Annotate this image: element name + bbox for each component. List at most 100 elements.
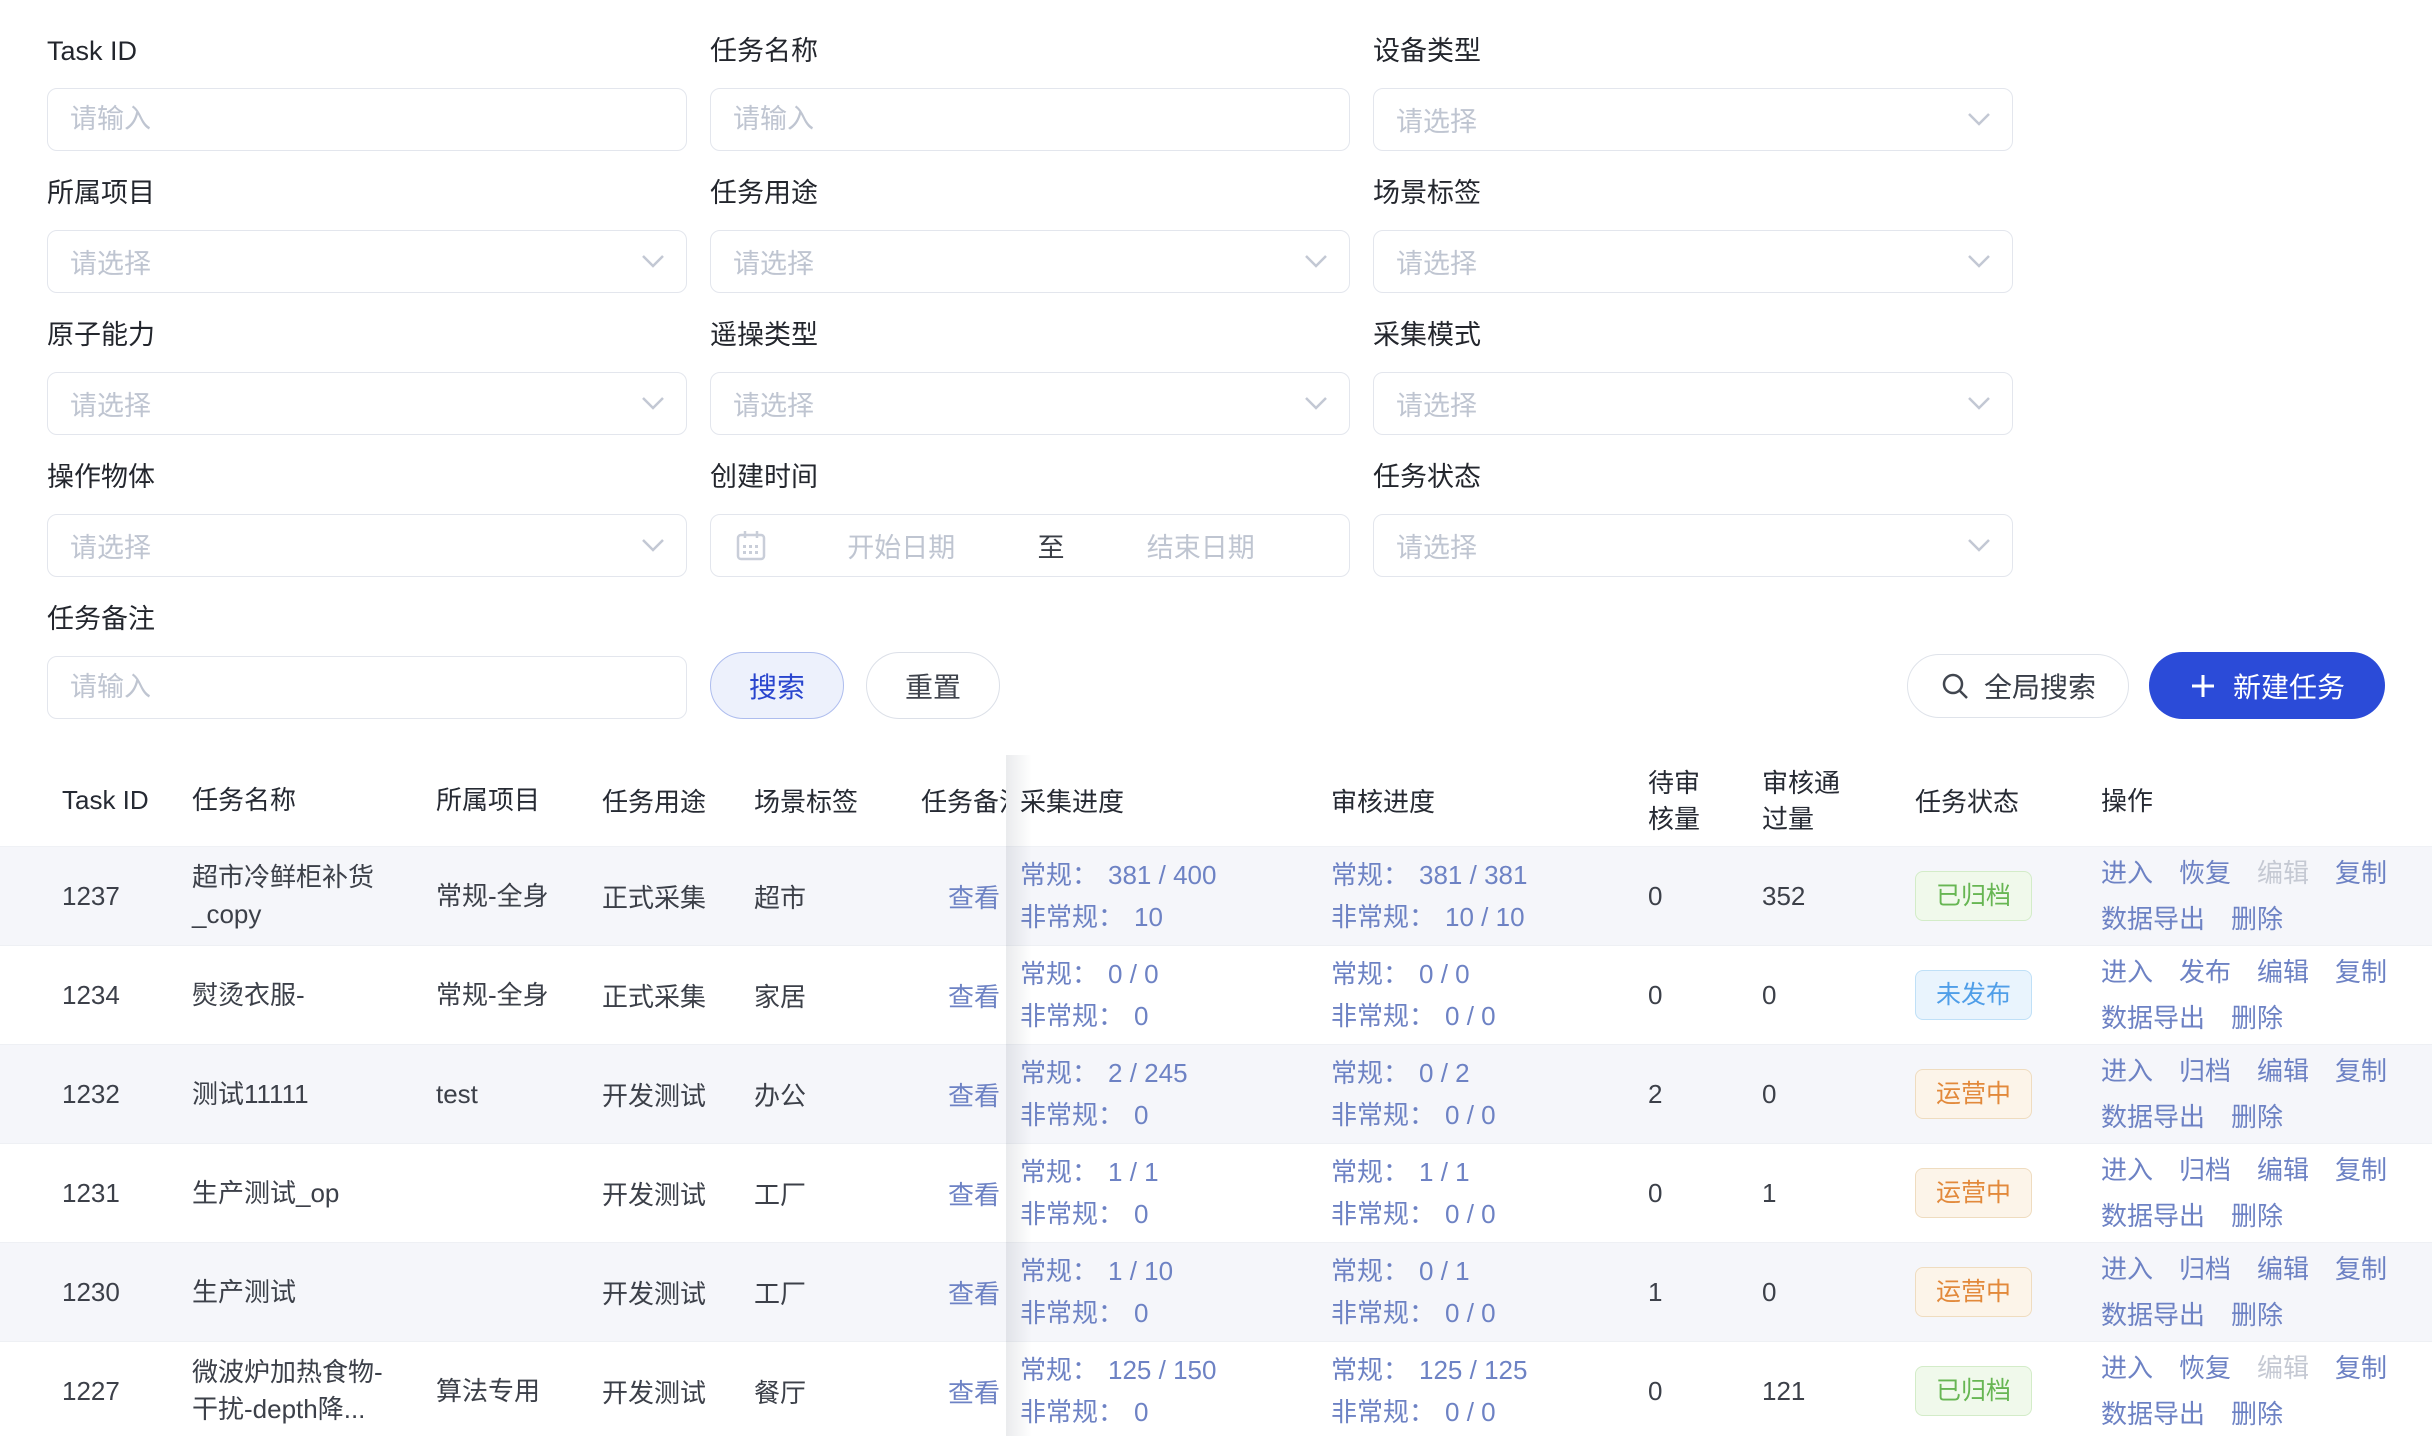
- progress-line: 非常规：0 / 0: [1331, 1198, 1636, 1230]
- action-link[interactable]: 删除: [2231, 1199, 2283, 1233]
- col-actions: 操作: [2101, 784, 2432, 818]
- cell-passed-count: 0: [1750, 980, 1915, 1011]
- status-badge: 运营中: [1915, 1267, 2032, 1317]
- task-id-input[interactable]: [47, 88, 687, 151]
- device-type-select[interactable]: 请选择: [1373, 88, 2013, 151]
- action-link[interactable]: 数据导出: [2101, 1298, 2205, 1332]
- cell-scene-tag: 工厂: [754, 1274, 921, 1311]
- cell-task-status: 运营中: [1915, 1168, 2101, 1218]
- cell-task-note: 查看: [921, 878, 1020, 915]
- cell-task-id: 1232: [62, 1079, 192, 1110]
- action-link[interactable]: 复制: [2335, 1252, 2387, 1286]
- cell-task-status: 已归档: [1915, 871, 2101, 921]
- progress-line: 非常规：0 / 0: [1331, 1099, 1636, 1131]
- table-row: 1230 生产测试 开发测试 工厂 查看 常规：1 / 10非常规：0 常规：0…: [0, 1243, 2432, 1342]
- select-placeholder: 请选择: [1396, 384, 1968, 423]
- filter-field-device-type: 设备类型 请选择: [1373, 36, 2013, 151]
- cell-collect-progress: 常规：0 / 0非常规：0: [1020, 958, 1331, 1032]
- action-link[interactable]: 删除: [2231, 902, 2283, 936]
- cell-task-note: 查看: [921, 1373, 1020, 1410]
- project-select[interactable]: 请选择: [47, 230, 687, 293]
- collection-mode-select[interactable]: 请选择: [1373, 372, 2013, 435]
- teleop-type-select[interactable]: 请选择: [710, 372, 1350, 435]
- cell-pending-count: 0: [1636, 1178, 1750, 1209]
- action-link[interactable]: 数据导出: [2101, 902, 2205, 936]
- search-button[interactable]: 搜索: [710, 652, 844, 719]
- task-purpose-select[interactable]: 请选择: [710, 230, 1350, 293]
- select-placeholder: 请选择: [70, 384, 642, 423]
- filter-field-collection-mode: 采集模式 请选择: [1373, 320, 2013, 435]
- operation-object-select[interactable]: 请选择: [47, 514, 687, 577]
- create-task-button[interactable]: 新建任务: [2149, 652, 2385, 719]
- atomic-capability-select[interactable]: 请选择: [47, 372, 687, 435]
- action-link[interactable]: 发布: [2179, 955, 2231, 989]
- create-time-range-picker[interactable]: 开始日期 至 结束日期: [710, 514, 1350, 577]
- action-link[interactable]: 进入: [2101, 1252, 2153, 1286]
- action-link[interactable]: 删除: [2231, 1001, 2283, 1035]
- task-status-select[interactable]: 请选择: [1373, 514, 2013, 577]
- cell-passed-count: 352: [1750, 881, 1915, 912]
- filter-field-project: 所属项目 请选择: [47, 178, 687, 293]
- cell-task-status: 已归档: [1915, 1366, 2101, 1416]
- action-link[interactable]: 删除: [2231, 1298, 2283, 1332]
- col-collect-progress: 采集进度: [1020, 782, 1331, 819]
- action-link[interactable]: 归档: [2179, 1153, 2231, 1187]
- field-label: 遥操类型: [710, 320, 1350, 351]
- action-link[interactable]: 复制: [2335, 1351, 2387, 1385]
- view-note-link[interactable]: 查看: [948, 883, 1000, 913]
- action-link[interactable]: 进入: [2101, 1054, 2153, 1088]
- scene-tag-select[interactable]: 请选择: [1373, 230, 2013, 293]
- cell-purpose: 正式采集: [602, 977, 754, 1014]
- action-link[interactable]: 进入: [2101, 1153, 2153, 1187]
- progress-line: 非常规：0: [1020, 1099, 1331, 1131]
- reset-button[interactable]: 重置: [866, 652, 1000, 719]
- action-link[interactable]: 编辑: [2257, 1153, 2309, 1187]
- task-name-input[interactable]: [710, 88, 1350, 151]
- create-task-label: 新建任务: [2233, 666, 2345, 706]
- action-link[interactable]: 复制: [2335, 856, 2387, 890]
- progress-line: 非常规：0: [1020, 1297, 1331, 1329]
- chevron-down-icon: [642, 539, 664, 553]
- action-link[interactable]: 编辑: [2257, 1252, 2309, 1286]
- action-link[interactable]: 删除: [2231, 1397, 2283, 1431]
- field-label: Task ID: [47, 36, 687, 67]
- search-buttons: 搜索 重置: [710, 652, 1000, 719]
- action-link[interactable]: 恢复: [2179, 1351, 2231, 1385]
- action-link[interactable]: 进入: [2101, 1351, 2153, 1385]
- action-link[interactable]: 数据导出: [2101, 1397, 2205, 1431]
- global-search-button[interactable]: 全局搜索: [1907, 654, 2129, 718]
- view-note-link[interactable]: 查看: [948, 1180, 1000, 1210]
- table-row: 1234 熨烫衣服- 常规-全身 正式采集 家居 查看 常规：0 / 0非常规：…: [0, 946, 2432, 1045]
- cell-task-status: 未发布: [1915, 970, 2101, 1020]
- view-note-link[interactable]: 查看: [948, 1279, 1000, 1309]
- action-link[interactable]: 归档: [2179, 1054, 2231, 1088]
- action-link[interactable]: 数据导出: [2101, 1001, 2205, 1035]
- progress-line: 常规：125 / 150: [1020, 1354, 1331, 1386]
- view-note-link[interactable]: 查看: [948, 1081, 1000, 1111]
- action-link[interactable]: 编辑: [2257, 1054, 2309, 1088]
- view-note-link[interactable]: 查看: [948, 1378, 1000, 1408]
- task-note-input[interactable]: [47, 656, 687, 719]
- action-link[interactable]: 恢复: [2179, 856, 2231, 890]
- cell-task-name: 生产测试: [192, 1274, 436, 1311]
- action-link[interactable]: 复制: [2335, 1153, 2387, 1187]
- view-note-link[interactable]: 查看: [948, 982, 1000, 1012]
- action-link[interactable]: 进入: [2101, 955, 2153, 989]
- action-link[interactable]: 删除: [2231, 1100, 2283, 1134]
- field-label: 采集模式: [1373, 320, 2013, 351]
- progress-line: 非常规：10: [1020, 901, 1331, 933]
- cell-collect-progress: 常规：381 / 400非常规：10: [1020, 859, 1331, 933]
- cell-task-id: 1230: [62, 1277, 192, 1308]
- field-label: 任务名称: [710, 36, 1350, 67]
- col-task-id: Task ID: [62, 785, 192, 816]
- cell-pending-count: 1: [1636, 1277, 1750, 1308]
- action-link[interactable]: 归档: [2179, 1252, 2231, 1286]
- action-link[interactable]: 进入: [2101, 856, 2153, 890]
- action-link[interactable]: 数据导出: [2101, 1100, 2205, 1134]
- action-link[interactable]: 编辑: [2257, 955, 2309, 989]
- cell-purpose: 正式采集: [602, 878, 754, 915]
- action-link[interactable]: 复制: [2335, 1054, 2387, 1088]
- action-link[interactable]: 数据导出: [2101, 1199, 2205, 1233]
- cell-task-note: 查看: [921, 1076, 1020, 1113]
- action-link[interactable]: 复制: [2335, 955, 2387, 989]
